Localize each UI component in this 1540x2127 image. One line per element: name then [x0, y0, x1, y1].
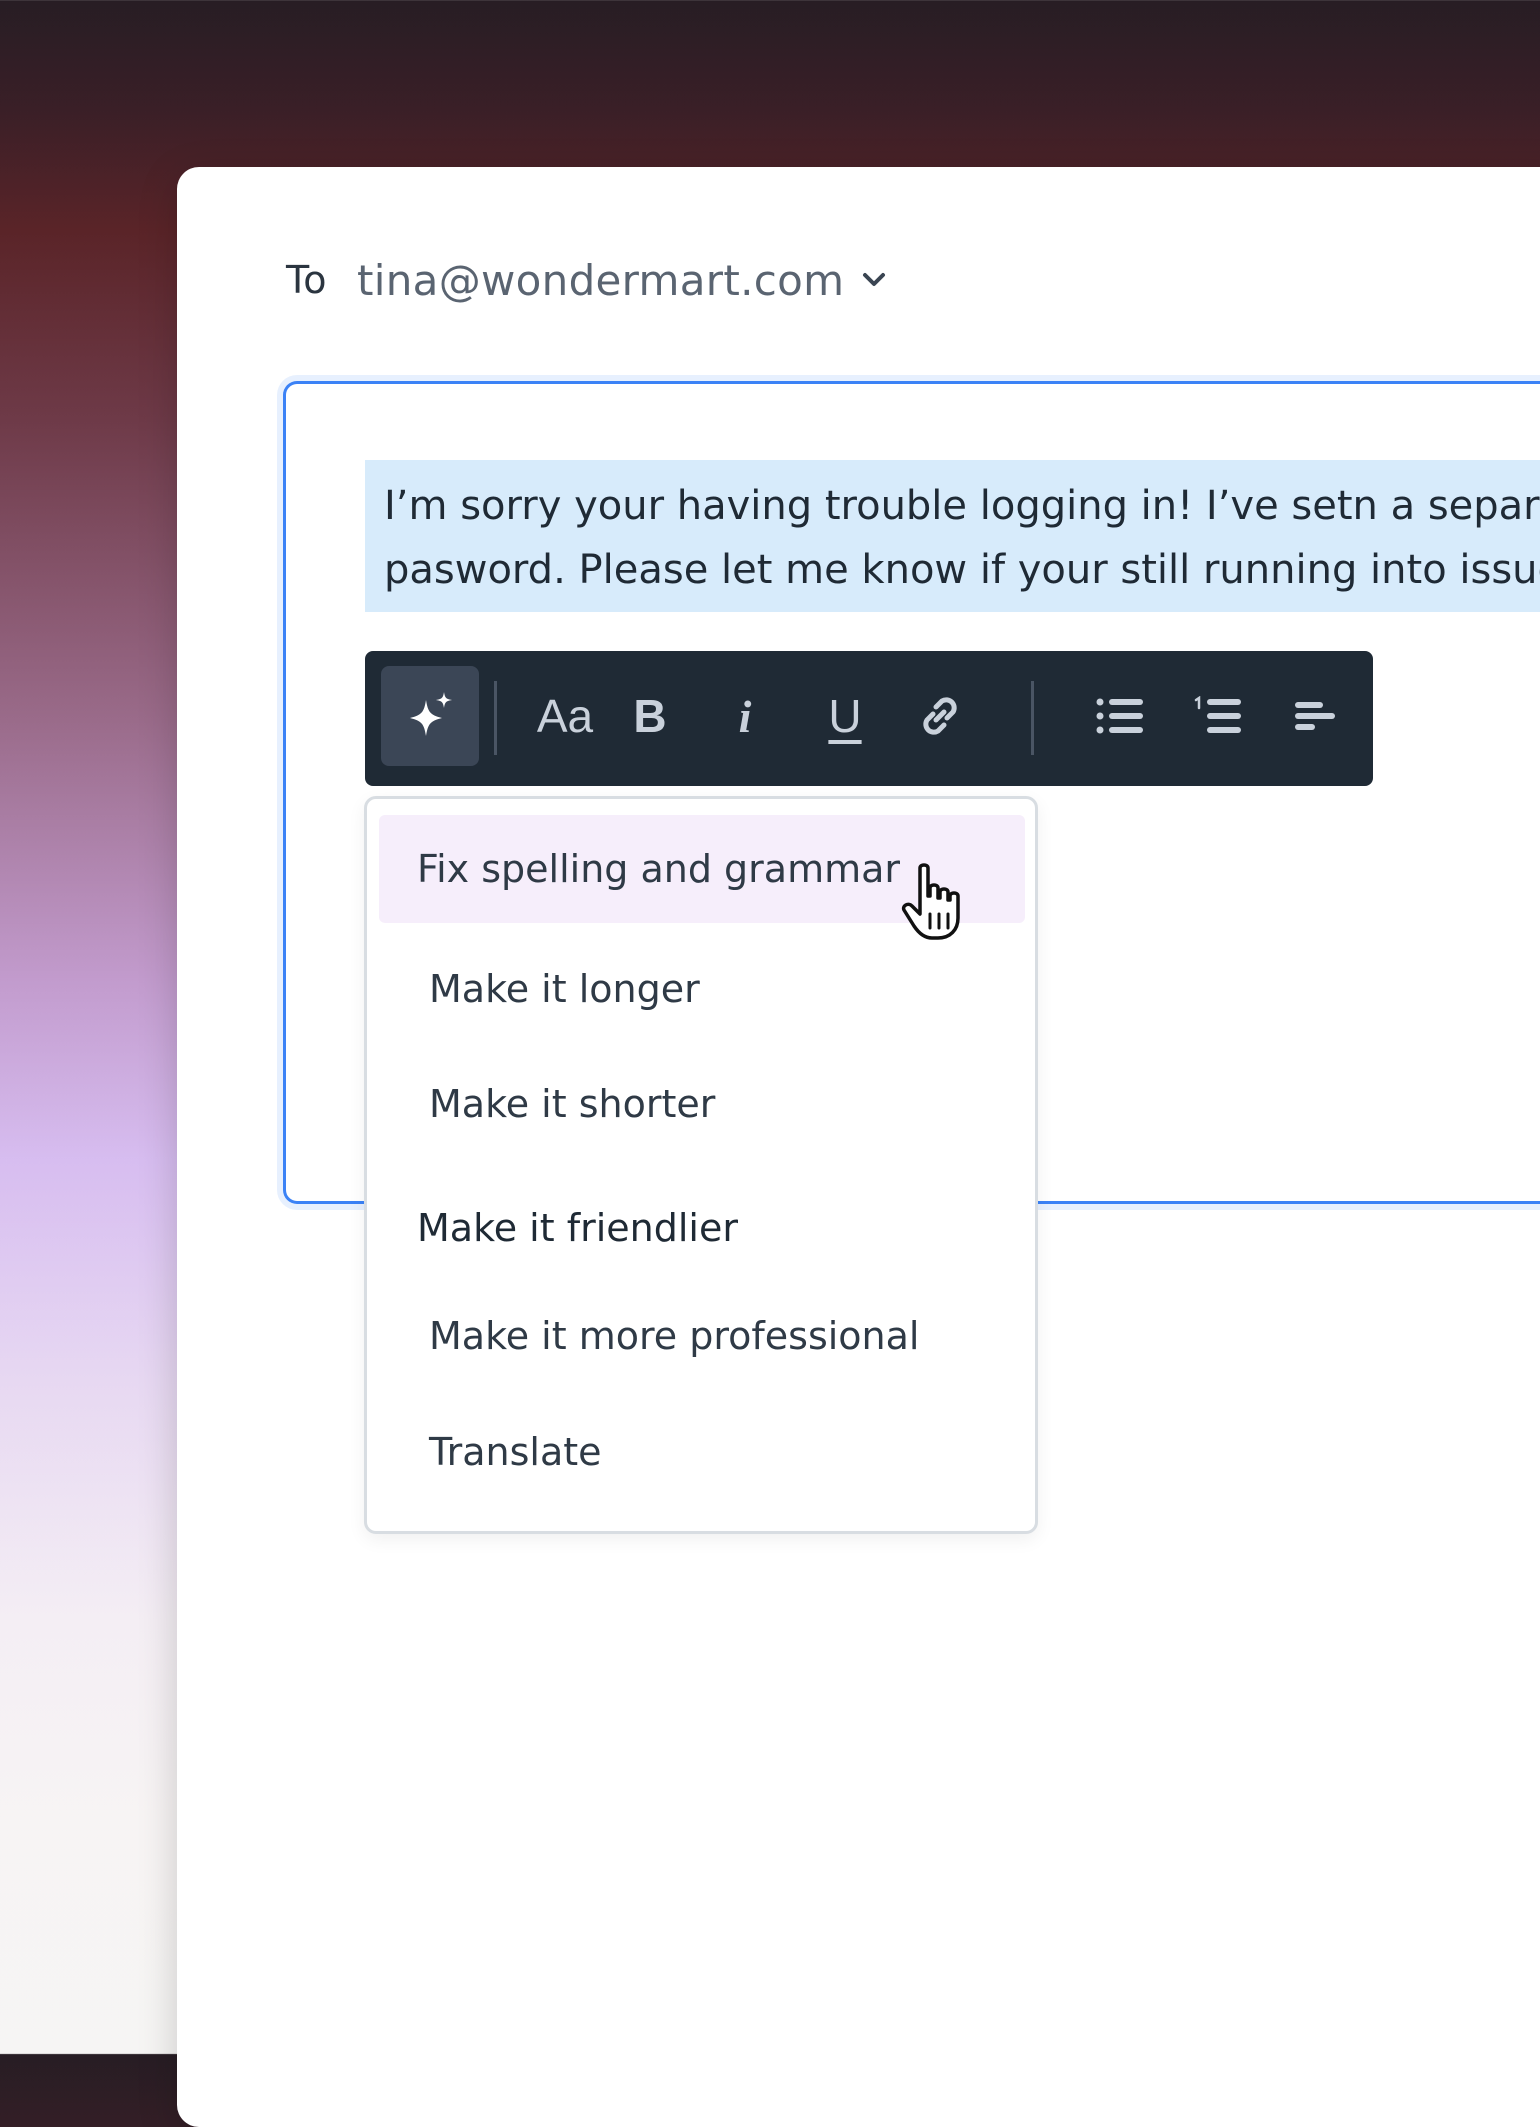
link-button[interactable] [905, 666, 975, 766]
menu-item-label: Make it longer [429, 967, 700, 1011]
align-left-icon [1295, 702, 1335, 730]
bulleted-list-button[interactable] [1085, 666, 1155, 766]
hand-pointer-icon [901, 863, 960, 940]
link-icon [923, 697, 957, 735]
toolbar-separator [494, 681, 497, 755]
menu-item-label: Translate [429, 1430, 602, 1474]
menu-item-make-friendlier[interactable]: Make it friendlier [379, 1174, 1025, 1282]
formatting-toolbar: Aa B i U [365, 651, 1373, 786]
menu-item-make-shorter[interactable]: Make it shorter [379, 1050, 1025, 1158]
menu-item-label: Fix spelling and grammar [417, 847, 901, 891]
toolbar-separator [1031, 681, 1034, 755]
menu-item-label: Make it friendlier [417, 1206, 738, 1250]
recipient-row: To tina@wondermart.com [286, 250, 888, 310]
menu-item-label: Make it more professional [429, 1314, 920, 1358]
sparkle-icon [410, 692, 452, 736]
menu-item-translate[interactable]: Translate [379, 1398, 1025, 1506]
underline-label: U [828, 690, 862, 742]
message-text-line-2: pasword. Please let me know if your stil… [384, 547, 1540, 593]
bulleted-list-icon [1096, 698, 1143, 734]
bold-label: B [633, 690, 667, 742]
menu-item-label: Make it shorter [429, 1082, 716, 1126]
numbered-list-button[interactable] [1183, 666, 1253, 766]
numbered-list-icon [1194, 696, 1241, 733]
message-text-line-1: I’m sorry your having trouble logging in… [384, 483, 1540, 529]
italic-button[interactable]: i [715, 666, 775, 766]
italic-label: i [738, 690, 752, 742]
font-size-button[interactable]: Aa [525, 666, 605, 766]
bold-button[interactable]: B [620, 666, 680, 766]
to-label: To [286, 258, 328, 302]
recipient-address[interactable]: tina@wondermart.com [357, 256, 844, 305]
ai-assist-button[interactable] [381, 666, 479, 766]
menu-item-make-longer[interactable]: Make it longer [379, 935, 1025, 1043]
underline-button[interactable]: U [815, 666, 875, 766]
font-size-label: Aa [536, 690, 594, 742]
selected-text-highlight[interactable]: I’m sorry your having trouble logging in… [365, 460, 1540, 612]
align-button[interactable] [1280, 666, 1350, 766]
menu-item-make-professional[interactable]: Make it more professional [379, 1282, 1025, 1390]
chevron-down-icon[interactable] [860, 266, 888, 294]
